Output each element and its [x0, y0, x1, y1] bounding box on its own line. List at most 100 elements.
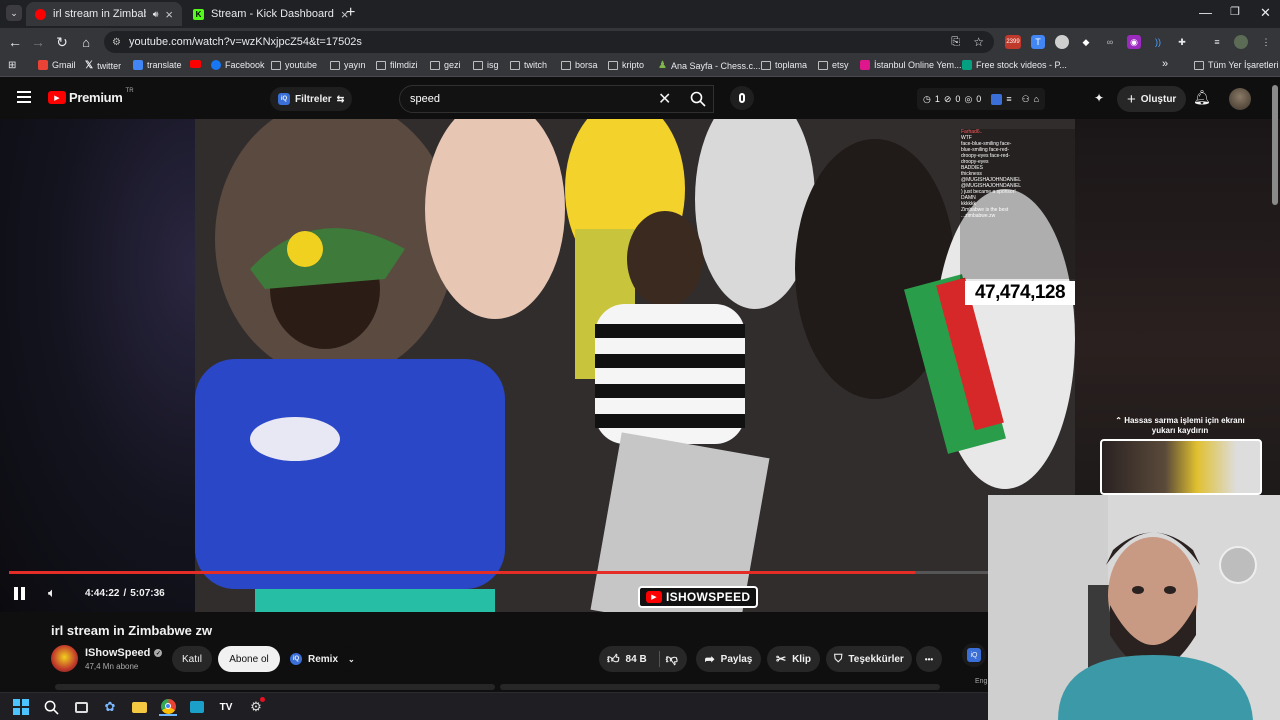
new-tab-button[interactable]: + — [346, 4, 355, 22]
tag-icon: ⌂ — [1033, 94, 1040, 104]
thumbs-up-icon[interactable]: 👍︎ — [607, 652, 620, 667]
tradingview-icon[interactable]: TV — [217, 698, 235, 716]
bookmark-folder-twitch[interactable]: twitch — [510, 60, 547, 70]
search-button[interactable] — [678, 85, 718, 113]
thumbs-down-icon[interactable]: 👎︎ — [666, 652, 678, 667]
bookmark-folder-gezi[interactable]: gezi — [430, 60, 461, 70]
channel-avatar[interactable] — [51, 645, 78, 672]
close-tab-icon[interactable]: × — [165, 7, 173, 22]
youtube-play-logo-icon: ▶ — [48, 91, 66, 104]
windows-taskbar: ✿ TV ⚙ — [0, 692, 988, 720]
subscribe-button[interactable]: Abone ol — [218, 646, 280, 672]
profile-avatar[interactable] — [1234, 35, 1248, 49]
bookmark-youtube-icon-only[interactable] — [190, 60, 201, 68]
bookmark-chess[interactable]: ♟ Ana Sayfa - Chess.c... — [658, 60, 761, 71]
search-box[interactable]: speed ✕ — [399, 85, 714, 113]
bookmarks-bar: ⊞ Gmail 𝕏twitter translate Facebook yout… — [0, 56, 1280, 77]
volume-icon[interactable]: 🔈︎ — [48, 585, 56, 601]
clear-search-icon[interactable]: ✕ — [658, 89, 671, 109]
bookmark-twitter[interactable]: 𝕏twitter — [85, 60, 121, 71]
extension-stats[interactable]: ◷ 1 ⊘ 0 ◎ 0 ≡ ⚇ ⌂ — [917, 88, 1046, 110]
join-button[interactable]: Katıl — [172, 646, 212, 672]
chrome-icon[interactable] — [159, 698, 177, 716]
bookmark-istanbul[interactable]: İstanbul Online Yem... — [860, 60, 962, 70]
bookmark-facebook[interactable]: Facebook — [211, 60, 265, 70]
bookmark-folder-filmdizi[interactable]: filmdizi — [376, 60, 418, 70]
task-view-icon[interactable] — [72, 698, 90, 716]
windows-start-icon[interactable] — [12, 698, 30, 716]
extension-badge-icon[interactable]: 2399 — [1005, 35, 1021, 49]
search-input[interactable]: speed — [410, 93, 440, 105]
youtube-logo[interactable]: ▶ Premium TR — [48, 88, 134, 105]
extension-iq-icon: iQ — [967, 648, 981, 662]
taskbar-search-icon[interactable] — [42, 698, 60, 716]
create-button[interactable]: + Oluştur — [1117, 86, 1187, 112]
extension-icon[interactable] — [1055, 35, 1069, 49]
site-info-icon[interactable]: ⚙ — [112, 37, 121, 48]
clock-icon: ◷ — [923, 93, 931, 104]
extension-icon[interactable]: ∞ — [1103, 35, 1117, 49]
bookmark-folder-kripto[interactable]: kripto — [608, 60, 644, 70]
translate-ext-icon[interactable]: T — [1031, 35, 1045, 49]
tab-title: Stream - Kick Dashboard — [211, 8, 334, 20]
share-button[interactable]: ➦ Paylaş — [696, 646, 761, 672]
like-count[interactable]: 84 B — [626, 654, 647, 665]
webcam-illustration — [988, 495, 1280, 720]
restore-icon[interactable]: ❐ — [1230, 5, 1240, 18]
extension-icon[interactable]: ◉ — [1127, 35, 1141, 49]
account-avatar[interactable] — [1229, 88, 1251, 110]
extension-icon[interactable]: ◆ — [1079, 35, 1093, 49]
reading-list-icon[interactable]: ≡ — [1210, 35, 1224, 49]
filters-button[interactable]: iQ Filtreler ⇆ — [270, 87, 353, 111]
all-bookmarks[interactable]: Tüm Yer İşaretleri — [1194, 60, 1279, 70]
home-icon[interactable]: ⌂ — [76, 32, 96, 52]
install-app-icon[interactable]: ⎘ — [951, 36, 960, 49]
speaker-icon[interactable]: 🔊︎ — [153, 9, 159, 20]
extension-icon[interactable]: )) — [1151, 35, 1165, 49]
bookmark-folder-borsa[interactable]: borsa — [561, 60, 598, 70]
bookmark-pexels[interactable]: Free stock videos - P... — [962, 60, 1067, 70]
voice-search-button[interactable] — [730, 86, 754, 110]
page-scrollbar[interactable] — [1272, 85, 1278, 205]
bookmark-folder-etsy[interactable]: etsy — [818, 60, 849, 70]
folder-icon — [761, 60, 771, 70]
bookmark-folder-toplama[interactable]: toplama — [761, 60, 807, 70]
apps-grid-icon[interactable]: ⊞ — [8, 60, 16, 71]
close-window-icon[interactable]: ✕ — [1260, 5, 1271, 21]
back-icon[interactable]: ← — [5, 32, 25, 52]
chat-overlay: Farhad6.. WTF face-blue-smiling face- bl… — [961, 129, 1073, 219]
forward-icon[interactable]: → — [28, 32, 48, 52]
hamburger-menu-icon[interactable] — [17, 91, 31, 103]
remix-button[interactable]: iQ Remix ⌄ — [286, 646, 358, 672]
bookmark-gmail[interactable]: Gmail — [38, 60, 76, 70]
video-player[interactable]: Farhad6.. WTF face-blue-smiling face- bl… — [195, 119, 1075, 612]
tab-youtube[interactable]: irl stream in Zimbabwe zw 🔊︎ × — [26, 2, 182, 26]
extension-iq-side-button[interactable]: iQ — [962, 643, 986, 667]
url-text[interactable]: youtube.com/watch?v=wzKNxjpcZ54&t=17502s — [129, 36, 362, 48]
minimize-icon[interactable]: — — [1199, 5, 1212, 20]
thanks-button[interactable]: ⛉ Teşekkürler — [826, 646, 912, 672]
copilot-icon[interactable]: ✿ — [101, 698, 119, 716]
bookmark-folder-youtube[interactable]: youtube — [271, 60, 317, 70]
bookmark-folder-isg[interactable]: isg — [473, 60, 499, 70]
pause-button[interactable] — [14, 587, 26, 600]
extensions-puzzle-icon[interactable]: ✚ — [1175, 35, 1189, 49]
bookmark-translate[interactable]: translate — [133, 60, 182, 70]
channel-name[interactable]: IShowSpeed ✓ — [85, 647, 163, 659]
mini-thumbnail[interactable] — [1100, 439, 1262, 495]
bookmarks-overflow-icon[interactable]: » — [1162, 58, 1168, 70]
tab-search-button[interactable]: ⌄ — [6, 5, 22, 21]
menu-kebab-icon[interactable]: ⋮ — [1259, 35, 1273, 49]
app-icon[interactable] — [188, 698, 206, 716]
create-extension-icon[interactable]: ✦ — [1094, 91, 1104, 105]
notifications-bell-icon[interactable]: 🔔︎ — [1193, 89, 1211, 106]
file-explorer-icon[interactable] — [130, 698, 148, 716]
clip-button[interactable]: ✂ Klip — [767, 646, 820, 672]
address-bar[interactable]: ⚙ youtube.com/watch?v=wzKNxjpcZ54&t=1750… — [104, 31, 994, 53]
reload-icon[interactable]: ↻ — [52, 32, 72, 52]
more-actions-button[interactable]: ••• — [916, 646, 942, 672]
tab-kick[interactable]: K Stream - Kick Dashboard × — [184, 2, 348, 26]
bookmark-folder-yayin[interactable]: yayın — [330, 60, 366, 70]
progress-bar[interactable] — [9, 571, 915, 574]
bookmark-star-icon[interactable]: ☆ — [973, 35, 984, 49]
